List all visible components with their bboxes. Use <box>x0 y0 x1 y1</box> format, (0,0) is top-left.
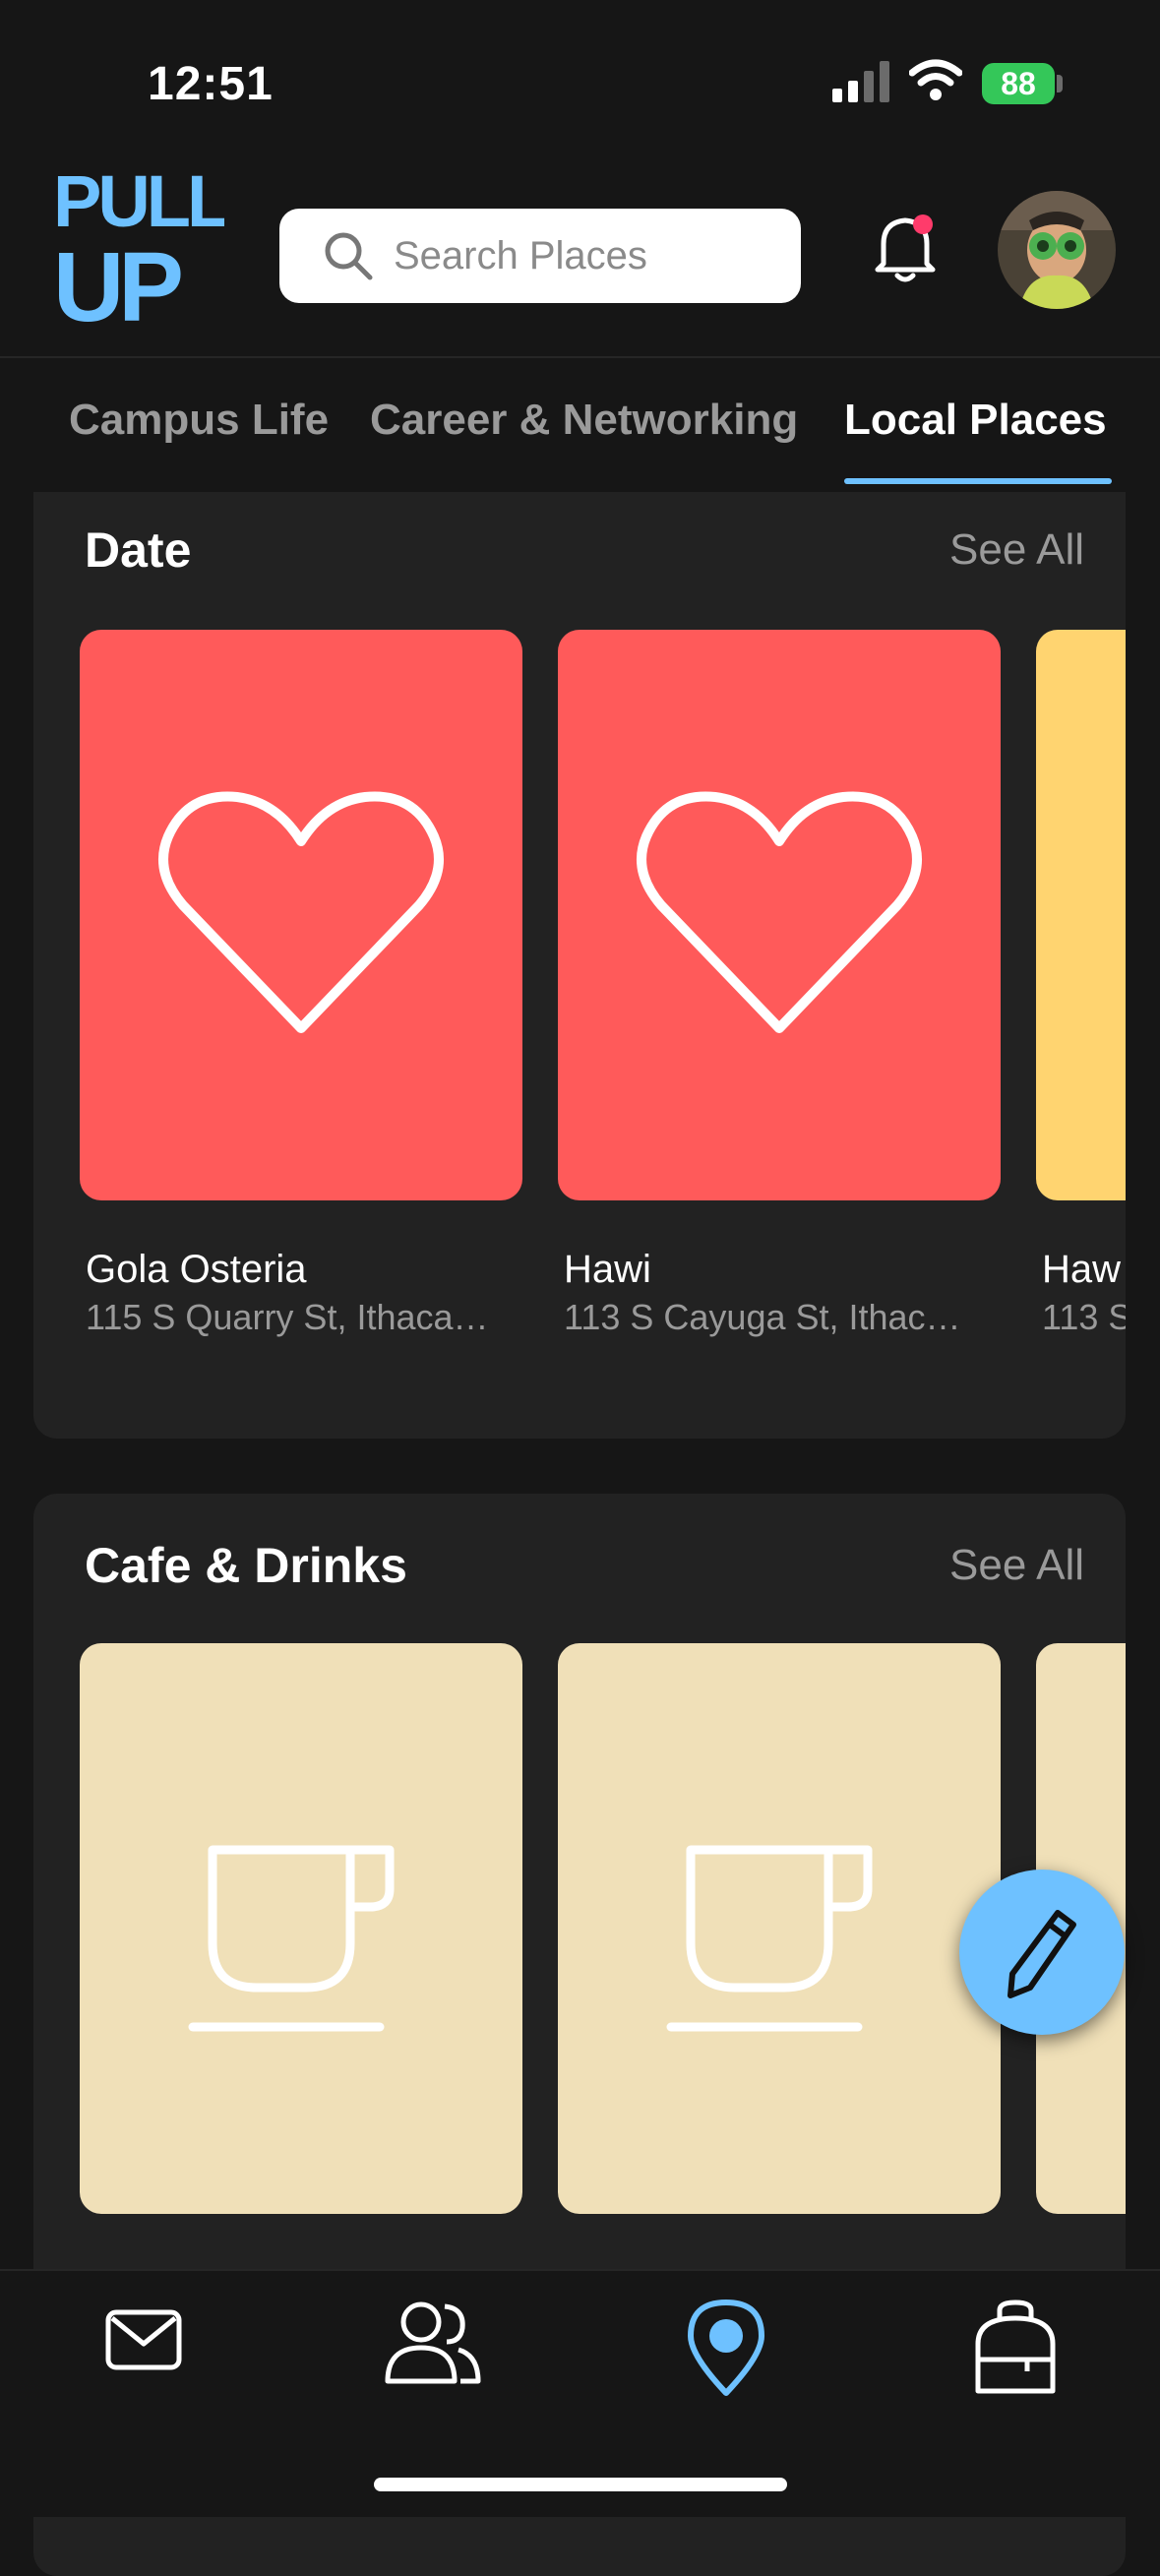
section-title: Cafe & Drinks <box>85 1538 407 1593</box>
status-time: 12:51 <box>148 58 274 110</box>
search-placeholder: Search Places <box>394 233 647 277</box>
search-icon <box>325 232 373 280</box>
place-address: 115 S Quarry St, Ithaca… <box>86 1297 489 1337</box>
place-card-image[interactable] <box>558 1643 1001 2214</box>
coffee-cup-icon <box>666 1845 873 2032</box>
place-name: Gola Osteria <box>86 1248 307 1291</box>
backpack-icon[interactable] <box>968 2299 1063 2397</box>
location-pin-icon[interactable] <box>687 2299 765 2397</box>
search-input[interactable]: Search Places <box>279 209 801 303</box>
svg-text:UP: UP <box>53 232 181 331</box>
heart-icon <box>158 791 444 1033</box>
avatar[interactable] <box>998 191 1116 309</box>
tab-local-places[interactable]: Local Places <box>844 396 1107 445</box>
heart-icon <box>637 791 922 1033</box>
svg-text:PULL: PULL <box>53 165 224 242</box>
coffee-cup-icon <box>188 1845 395 2032</box>
place-card-image[interactable] <box>80 1643 522 2214</box>
place-card-image[interactable] <box>558 630 1001 1200</box>
battery-cap <box>1057 75 1063 92</box>
place-card-image[interactable] <box>1036 630 1126 1200</box>
place-card-image[interactable] <box>80 630 522 1200</box>
tab-campus-life[interactable]: Campus Life <box>69 396 329 445</box>
header-divider <box>0 356 1160 358</box>
notification-badge <box>913 215 933 234</box>
pull-up-logo[interactable]: PULL UP <box>51 165 224 331</box>
place-name: Hawi <box>564 1248 651 1291</box>
section-date: Date See All Gola Osteria 115 S Quarry S… <box>33 492 1126 1439</box>
home-indicator <box>374 2478 787 2491</box>
place-address: 113 S <box>1042 1297 1126 1337</box>
see-all-button[interactable]: See All <box>949 525 1084 575</box>
battery-level: 88 <box>982 63 1055 104</box>
cellular-signal-icon <box>832 61 889 102</box>
place-name: Haw <box>1042 1248 1122 1291</box>
place-address: 113 S Cayuga St, Ithac… <box>564 1297 961 1337</box>
active-tab-indicator <box>844 478 1112 484</box>
people-icon[interactable] <box>384 2299 482 2387</box>
tab-career-networking[interactable]: Career & Networking <box>370 396 798 445</box>
compose-button[interactable] <box>959 1870 1125 2035</box>
pencil-icon <box>1007 1910 1076 1998</box>
section-title: Date <box>85 522 192 578</box>
wifi-icon <box>909 59 962 100</box>
mail-icon[interactable] <box>104 2299 183 2377</box>
see-all-button[interactable]: See All <box>949 1541 1084 1590</box>
